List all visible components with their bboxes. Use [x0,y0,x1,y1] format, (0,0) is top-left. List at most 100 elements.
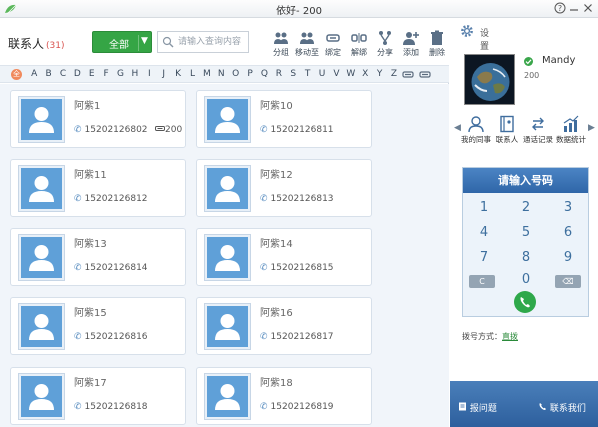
alphabet-letter[interactable]: W [344,69,358,79]
dialpad-key-3[interactable]: 3 [553,200,583,215]
alphabet-letter[interactable]: B [41,69,55,79]
contacts-heading: 联系人 (31) [8,35,65,52]
contact-phone: ✆ 15202126817 [260,332,334,342]
alphabet-letter[interactable]: R [272,69,286,79]
nav-item-colleagues[interactable]: 我的同事 [459,115,493,145]
group-filter-icon[interactable] [402,70,414,79]
unbind-button[interactable]: 解绑 [346,30,372,62]
alphabet-letter[interactable]: P [243,69,257,79]
phone-icon: ✆ [74,402,82,412]
contact-card[interactable]: 阿紫13 ✆ 15202126814 [10,228,186,286]
call-log-icon [532,117,544,131]
phone-icon: ✆ [260,402,268,412]
contact-us-link[interactable]: 联系我们 [538,401,586,414]
nav-next-icon[interactable]: ▶ [588,123,595,133]
share-button[interactable]: 分享 [372,30,398,62]
alphabet-letter[interactable]: Q [257,69,271,79]
contact-card[interactable]: 阿紫11 ✆ 15202126812 [10,159,186,217]
phone-call-icon [520,297,530,308]
alphabet-letter[interactable]: C [56,69,70,79]
dialpad-key-5[interactable]: 5 [511,225,541,240]
contact-card[interactable]: 阿紫17 ✆ 15202126818 [10,367,186,425]
move-to-button[interactable]: 移动至 [294,30,320,62]
alphabet-letter[interactable]: L [185,69,199,79]
alphabet-letter[interactable]: D [70,69,84,79]
dialpad-backspace-button[interactable]: ⌫ [555,275,581,288]
user-avatar-icon [29,384,54,410]
help-icon[interactable]: ? [553,2,567,16]
alphabet-letter[interactable]: J [157,69,171,79]
group-button-label: 分组 [273,48,289,57]
dialpad-key-6[interactable]: 6 [553,225,583,240]
nav-item-label: 联系人 [495,135,519,144]
alphabet-letter[interactable]: O [228,69,242,79]
dialpad-key-4[interactable]: 4 [469,225,499,240]
nav-item-call-log[interactable]: 通话记录 [521,115,555,145]
contact-card[interactable]: 阿紫10 ✆ 15202126811 [196,90,372,148]
contact-card[interactable]: 阿紫1 ✆ 15202126802 200 [10,90,186,148]
bind-button[interactable]: 绑定 [320,30,346,62]
dialpad-key-1[interactable]: 1 [469,200,499,215]
side-panel: 设置 Mandy 200 ◀ 我的同事 联系人 通话记录 数据统计 ▶ 请输入号… [450,19,598,427]
alphabet-letter[interactable]: M [200,69,214,79]
alphabet-letter[interactable]: H [128,69,142,79]
alphabet-letter[interactable]: Z [387,69,401,79]
dialpad-key-7[interactable]: 7 [469,250,499,265]
add-contact-button[interactable]: 添加 [398,30,424,62]
contact-card[interactable]: 阿紫15 ✆ 15202126816 [10,297,186,355]
avatar[interactable] [464,54,515,105]
nav-item-contacts[interactable]: 联系人 [490,115,524,145]
search-icon [162,36,174,48]
dialpad-key-9[interactable]: 9 [553,250,583,265]
dial-mode-link[interactable]: 直拨 [502,332,518,341]
close-icon[interactable] [581,2,595,16]
user-avatar-icon [215,314,240,340]
contact-phone: ✆ 15202126814 [74,263,148,273]
contact-name: 阿紫10 [260,101,293,112]
report-problem-link[interactable]: 报问题 [458,401,497,414]
dialpad-key-2[interactable]: 2 [511,200,541,215]
contact-phone: ✆ 15202126812 [74,194,148,204]
dialpad-key-8[interactable]: 8 [511,250,541,265]
colleague-icon [468,116,484,133]
contact-card[interactable]: 阿紫14 ✆ 15202126815 [196,228,372,286]
alphabet-letter[interactable]: I [142,69,156,79]
contact-card[interactable]: 阿紫18 ✆ 15202126819 [196,367,372,425]
contact-card[interactable]: 阿紫16 ✆ 15202126817 [196,297,372,355]
alphabet-all[interactable]: 全 [11,69,22,80]
contact-card[interactable]: 阿紫12 ✆ 15202126813 [196,159,372,217]
contact-name: 阿紫17 [74,378,107,389]
delete-button[interactable]: 删除 [424,30,450,62]
alphabet-letter[interactable]: F [99,69,113,79]
nav-item-statistics[interactable]: 数据统计 [554,115,588,145]
alphabet-letter[interactable]: K [171,69,185,79]
dialpad-display[interactable]: 请输入号码 [463,168,588,193]
contact-phone: ✆ 15202126815 [260,263,334,273]
chevron-down-icon: ▼ [141,36,148,46]
alphabet-letter[interactable]: U [315,69,329,79]
alphabet-letter[interactable]: A [27,69,41,79]
filter-dropdown[interactable]: 全部 ▼ [92,31,152,53]
group-button[interactable]: 分组 [268,30,294,62]
contact-avatar [204,165,251,212]
contact-avatar [204,373,251,420]
dialpad-clear-button[interactable]: C [469,275,495,288]
alphabet-letter[interactable]: X [358,69,372,79]
unbound-filter-icon[interactable] [419,70,431,79]
alphabet-letter[interactable]: N [214,69,228,79]
call-button[interactable] [514,291,536,313]
move-icon [300,32,314,44]
delete-button-label: 删除 [429,48,445,57]
alphabet-letter[interactable]: V [329,69,343,79]
alphabet-letter[interactable]: S [286,69,300,79]
search-box[interactable] [157,31,249,53]
dialpad-key-0[interactable]: 0 [511,272,541,287]
alphabet-letter[interactable]: G [113,69,127,79]
contact-name: 阿紫16 [260,308,293,319]
minimize-icon[interactable] [567,2,581,16]
alphabet-letter[interactable]: T [300,69,314,79]
alphabet-letter[interactable]: E [85,69,99,79]
search-input[interactable] [178,35,246,49]
user-avatar-icon [29,314,54,340]
alphabet-letter[interactable]: Y [372,69,386,79]
